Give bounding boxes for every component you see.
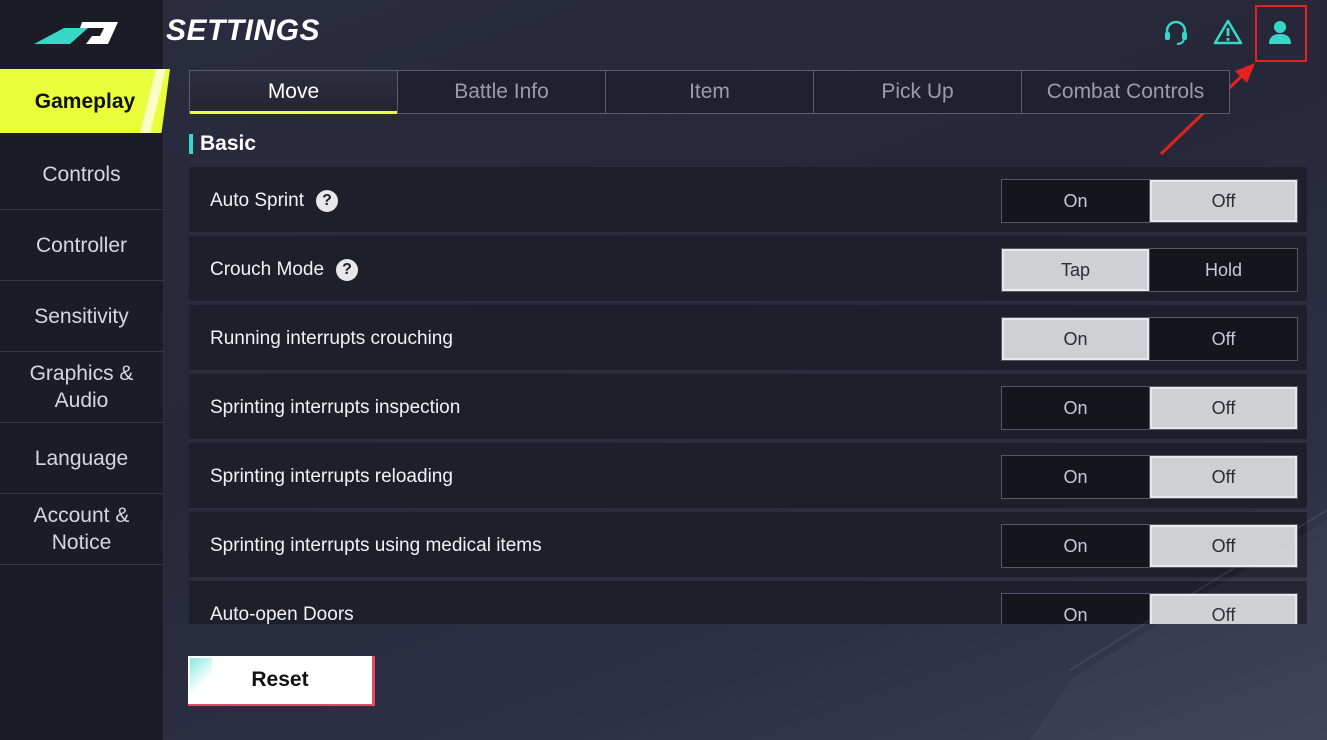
setting-label: Running interrupts crouching <box>210 327 453 349</box>
setting-label-wrap: Sprinting interrupts inspection <box>210 374 460 441</box>
option-toggle: OnOff <box>1001 386 1298 430</box>
option-on-button[interactable]: On <box>1002 387 1150 429</box>
setting-label-wrap: Auto-open Doors <box>210 581 354 625</box>
game-logo <box>34 22 118 44</box>
tab-item[interactable]: Item <box>606 71 814 113</box>
setting-label: Crouch Mode <box>210 258 325 280</box>
help-icon[interactable]: ? <box>316 189 338 212</box>
page-title: SETTINGS <box>166 14 321 47</box>
option-toggle: OnOff <box>1001 179 1298 223</box>
reset-label: Reset <box>251 668 309 691</box>
help-icon[interactable]: ? <box>336 258 359 281</box>
tab-battle-info[interactable]: Battle Info <box>398 71 606 113</box>
sidebar-item-label: Controls <box>42 162 121 186</box>
sidebar-item-label: Language <box>34 446 129 470</box>
setting-label-wrap: Sprinting interrupts using medical items <box>210 512 542 579</box>
setting-row: Auto Sprint? On Off <box>189 167 1307 234</box>
setting-label: Sprinting interrupts using medical items <box>210 534 542 556</box>
reset-button[interactable]: Reset <box>188 656 375 706</box>
setting-label-wrap: Auto Sprint? <box>210 167 338 234</box>
sidebar-item-label: Gameplay <box>34 89 136 113</box>
setting-row: Crouch Mode? Tap Hold <box>189 236 1307 303</box>
sidebar-item-graphics-audio[interactable]: Graphics & Audio <box>0 352 163 423</box>
headset-icon[interactable] <box>1161 17 1191 47</box>
setting-label-wrap: Crouch Mode? <box>210 236 359 303</box>
setting-label: Sprinting interrupts reloading <box>210 465 453 487</box>
option-hold-button[interactable]: Hold <box>1150 249 1297 291</box>
sidebar-item-label: Controller <box>35 233 128 257</box>
option-off-button[interactable]: Off <box>1150 387 1297 429</box>
profile-highlight-box <box>1255 5 1307 62</box>
setting-label: Sprinting interrupts inspection <box>210 396 461 418</box>
sidebar-item-language[interactable]: Language <box>0 423 163 494</box>
section-title: Basic <box>200 132 257 155</box>
option-off-button[interactable]: Off <box>1150 318 1297 360</box>
tab-bar: Move Battle Info Item Pick Up Combat Control… <box>189 70 1230 114</box>
tab-pick-up[interactable]: Pick Up <box>814 71 1022 113</box>
sidebar-item-account-notice[interactable]: Account & Notice <box>0 494 163 565</box>
option-on-button[interactable]: On <box>1002 318 1150 360</box>
option-toggle: Tap Hold <box>1001 248 1298 292</box>
sidebar-item-label: Sensitivity <box>34 304 129 328</box>
section-accent-bar <box>189 134 193 154</box>
warning-icon[interactable] <box>1213 17 1243 47</box>
section-header: Basic <box>189 131 256 157</box>
sidebar-item-controller[interactable]: Controller <box>0 210 163 281</box>
option-tap-button[interactable]: Tap <box>1002 249 1150 291</box>
tab-move[interactable]: Move <box>190 71 398 114</box>
option-on-button[interactable]: On <box>1002 180 1150 222</box>
setting-label: Auto Sprint <box>210 189 304 211</box>
sidebar-item-label: Account & Notice <box>33 504 130 554</box>
sidebar-item-sensitivity[interactable]: Sensitivity <box>0 281 163 352</box>
option-off-button[interactable]: Off <box>1150 180 1297 222</box>
option-toggle: OnOff <box>1001 317 1298 361</box>
setting-row: Running interrupts crouching On Off <box>189 305 1307 372</box>
sidebar-item-gameplay[interactable]: Gameplay <box>0 69 170 133</box>
setting-label-wrap: Running interrupts crouching <box>210 305 453 372</box>
setting-label-wrap: Sprinting interrupts reloading <box>210 443 453 510</box>
sidebar-item-label: Graphics & Audio <box>29 362 134 412</box>
setting-label: Auto-open Doors <box>210 603 354 625</box>
sidebar-item-controls[interactable]: Controls <box>0 139 163 210</box>
setting-row: Sprinting interrupts inspection On Off <box>189 374 1307 441</box>
background-decoration <box>1069 509 1327 671</box>
tab-combat-controls[interactable]: Combat Controls <box>1022 71 1229 113</box>
